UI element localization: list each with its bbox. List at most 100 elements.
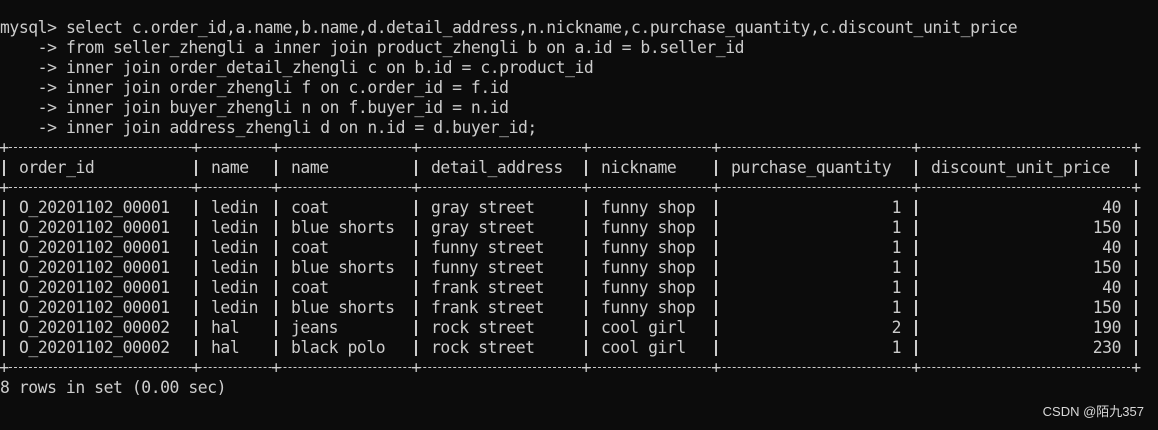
border-corner: + [911,358,921,377]
column-header: name [291,158,329,177]
border-corner: + [0,138,9,157]
column-separator [415,260,417,276]
border-corner: + [411,358,421,377]
column-header: detail_address [431,158,563,177]
column-separator [1135,320,1137,336]
table-cell: funny shop [601,278,696,297]
table-cell: hal [211,338,240,357]
column-separator [195,240,197,256]
column-separator [715,200,717,216]
table-cell: gray street [431,218,535,237]
border-corner: + [1131,138,1141,157]
column-separator [275,160,277,176]
table-row: O_20201102_00001 ledin blue shorts funny st… [0,258,1140,278]
table-cell: 150 [1092,298,1121,317]
column-separator [415,280,417,296]
border-corner: + [581,178,591,197]
column-header: order_id [19,158,95,177]
continuation-prompt: -> [0,38,57,57]
query-line-5: -> inner join buyer_zhengli n on f.buyer… [0,98,1158,118]
table-cell: black polo [291,338,386,357]
column-separator [275,260,277,276]
column-separator [715,300,717,316]
column-separator [3,200,5,216]
column-separator [3,260,5,276]
column-separator [275,220,277,236]
table-cell: funny shop [601,238,696,257]
column-separator [3,220,5,236]
column-separator [1135,340,1137,356]
column-separator [415,200,417,216]
table-cell: ledin [211,258,259,277]
continuation-prompt: -> [0,118,57,137]
dashed-rule [4,367,1140,368]
table-cell: 1 [891,238,901,257]
table-row: O_20201102_00001 ledin coat frank street fun… [0,278,1140,298]
column-separator [715,220,717,236]
border-corner: + [1131,178,1141,197]
column-separator [585,260,587,276]
table-border-header: + + + + + + + + [0,178,1141,198]
table-cell: jeans [291,318,339,337]
column-separator [585,320,587,336]
column-separator [915,220,917,236]
table-cell: blue shorts [291,298,395,317]
column-separator [715,160,717,176]
column-separator [915,240,917,256]
table-cell: O_20201102_00001 [19,258,170,277]
table-cell: O_20201102_00001 [19,198,170,217]
border-corner: + [0,178,9,197]
table-row: O_20201102_00001 ledin coat gray street funn… [0,198,1140,218]
border-corner: + [711,358,721,377]
border-corner: + [911,138,921,157]
table-cell: funny shop [601,198,696,217]
table-cell: 40 [1102,238,1121,257]
table-cell: cool girl [601,338,686,357]
query-text: inner join buyer_zhengli n on f.buyer_id… [65,98,509,117]
border-corner: + [1131,358,1141,377]
result-table: + + + + + + + + order_id name name detail_address ni… [0,138,1141,378]
column-header: name [211,158,249,177]
column-separator [275,300,277,316]
result-summary: 8 rows in set (0.00 sec) [0,378,227,397]
border-corner: + [411,138,421,157]
query-line-6: -> inner join address_zhengli d on n.id … [0,118,1158,138]
column-separator [585,280,587,296]
column-separator [915,260,917,276]
table-cell: O_20201102_00001 [19,298,170,317]
column-separator [415,300,417,316]
column-header: discount_unit_price [931,158,1110,177]
column-separator [1135,220,1137,236]
column-separator [585,240,587,256]
border-corner: + [711,138,721,157]
table-cell: 1 [891,198,901,217]
border-corner: + [191,178,201,197]
column-separator [195,160,197,176]
table-cell: coat [291,278,329,297]
table-cell: O_20201102_00002 [19,338,170,357]
query-text: inner join address_zhengli d on n.id = d… [65,118,537,137]
table-cell: 2 [891,318,901,337]
table-cell: 1 [891,278,901,297]
column-separator [915,280,917,296]
border-corner: + [191,358,201,377]
column-separator [275,340,277,356]
query-text: inner join order_detail_zhengli c on b.i… [65,58,594,77]
column-separator [915,160,917,176]
column-separator [3,320,5,336]
column-separator [715,260,717,276]
table-row: O_20201102_00001 ledin blue shorts gray str… [0,218,1140,238]
column-separator [585,160,587,176]
table-cell: 150 [1092,218,1121,237]
table-cell: 1 [891,258,901,277]
column-separator [415,320,417,336]
table-cell: coat [291,238,329,257]
border-corner: + [711,178,721,197]
table-cell: O_20201102_00002 [19,318,170,337]
query-text: inner join order_zhengli f on c.order_id… [65,78,509,97]
column-separator [275,240,277,256]
terminal-window[interactable]: mysql> select c.order_id,a.name,b.name,d… [0,18,1158,398]
table-cell: ledin [211,218,259,237]
query-text: select c.order_id,a.name,b.name,d.detail… [65,18,1018,37]
border-corner: + [271,178,281,197]
